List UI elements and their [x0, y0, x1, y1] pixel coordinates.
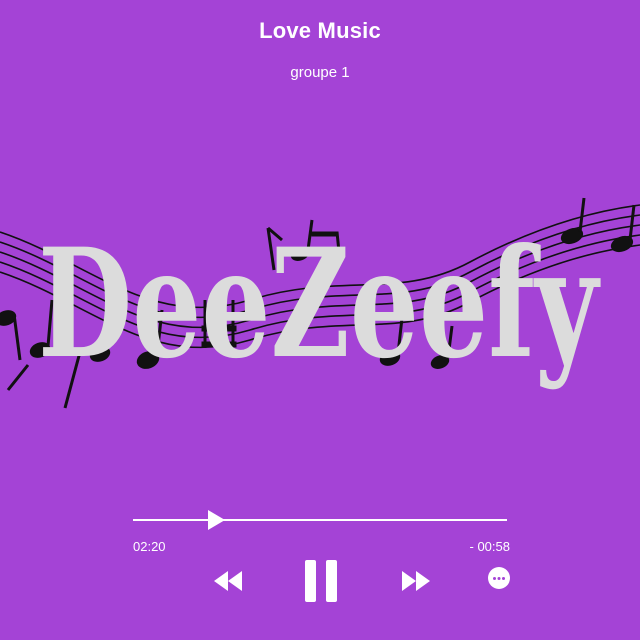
more-options-button[interactable]: [488, 567, 512, 591]
artist-name: groupe 1: [290, 64, 350, 81]
progress-track[interactable]: [133, 519, 507, 521]
album-artwork: DeeZeefy: [0, 197, 640, 409]
pause-icon: [305, 560, 337, 602]
fast-forward-button[interactable]: [400, 568, 432, 594]
time-remaining: - 00:58: [469, 539, 510, 554]
artwork-logo-text: DeeZeefy: [38, 216, 601, 392]
rewind-button[interactable]: [212, 568, 244, 594]
fast-forward-icon: [402, 571, 430, 591]
song-title: Love Music: [259, 18, 381, 43]
time-elapsed: 02:20: [133, 539, 166, 554]
progress-handle[interactable]: [207, 510, 225, 530]
more-options-icon: [488, 567, 510, 589]
rewind-icon: [214, 571, 242, 591]
pause-button[interactable]: [302, 558, 340, 604]
